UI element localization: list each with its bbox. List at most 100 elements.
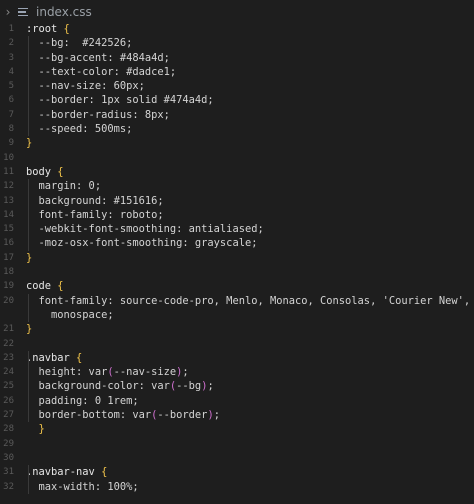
code-token: font-family: source-code-pro, Menlo, Mon…	[26, 294, 471, 307]
line-number: 7	[8, 109, 14, 120]
code-text: }	[26, 251, 32, 265]
line-number: 24	[3, 367, 14, 378]
file-lines-icon	[18, 5, 30, 19]
line-number: 29	[3, 438, 14, 449]
code-line: 10	[0, 151, 474, 165]
code-line: 24 height: var(--nav-size);	[0, 365, 474, 379]
code-token: ;	[213, 409, 220, 422]
code-text: .navbar-nav {	[26, 465, 107, 479]
tab-filename[interactable]: index.css	[36, 5, 92, 19]
code-token: .navbar-nav	[26, 466, 102, 479]
code-text: height: var(--nav-size);	[26, 365, 189, 379]
line-number: 10	[3, 152, 14, 163]
code-text: font-family: roboto;	[26, 208, 164, 222]
code-token: {	[101, 466, 108, 479]
line-number: 23	[3, 352, 14, 363]
line-number: 9	[8, 138, 14, 149]
code-line: 19 code {	[0, 279, 474, 293]
code-token: --speed: 500ms;	[26, 123, 133, 136]
line-number: 8	[8, 124, 14, 135]
code-token: --border-radius: 8px;	[26, 108, 170, 121]
code-line: 14 font-family: roboto;	[0, 208, 474, 222]
code-token: code	[26, 280, 58, 293]
code-token: monospace;	[26, 308, 114, 321]
line-number: 6	[8, 95, 14, 106]
line-number: 19	[3, 281, 14, 292]
line-number: 16	[3, 238, 14, 249]
code-token: -webkit-font-smoothing: antialiased;	[26, 223, 264, 236]
line-number: 32	[3, 481, 14, 492]
code-text: :root {	[26, 22, 70, 36]
line-number: 3	[8, 52, 14, 63]
code-token: background: #151616;	[26, 194, 164, 207]
code-editor[interactable]: 1:root {2 --bg: #242526; 3 --bg-accent: #…	[0, 22, 474, 504]
code-token: }	[26, 423, 45, 436]
code-token: body	[26, 165, 58, 178]
line-number: 22	[3, 338, 14, 349]
indent-guide	[28, 293, 29, 323]
code-text: --nav-size: 60px;	[26, 79, 145, 93]
code-text: --bg-accent: #484a4d;	[26, 51, 170, 65]
indent-guide	[28, 350, 29, 423]
code-text: --border-radius: 8px;	[26, 108, 170, 122]
line-number: 1	[8, 24, 14, 34]
editor-tab-bar: › index.css	[0, 0, 474, 24]
code-text: --text-color: #dadce1;	[26, 65, 177, 79]
code-token: --bg	[176, 380, 202, 393]
code-text: }	[26, 322, 32, 336]
code-text: border-bottom: var(--border);	[26, 408, 220, 422]
chevron-right-icon[interactable]: ›	[0, 0, 16, 24]
code-token: font-family: roboto;	[26, 208, 164, 221]
code-text: .navbar {	[26, 351, 82, 365]
code-text: --border: 1px solid #474a4d;	[26, 93, 214, 107]
code-token: {	[76, 351, 83, 364]
code-token: {	[57, 165, 64, 178]
code-token: {	[57, 280, 64, 293]
line-number: 14	[3, 209, 14, 220]
code-text: }	[26, 422, 45, 436]
code-text: max-width: 100%;	[26, 480, 139, 494]
code-line: 1 :root {	[0, 22, 474, 36]
code-line: 13 background: #151616;	[0, 194, 474, 208]
code-text: background: #151616;	[26, 194, 164, 208]
line-number: 12	[3, 181, 14, 192]
code-text: -moz-osx-font-smoothing: grayscale;	[26, 236, 258, 250]
code-text: --speed: 500ms;	[26, 122, 133, 136]
code-line: 7 --border-radius: 8px;	[0, 108, 474, 122]
code-token: margin: 0;	[26, 180, 102, 193]
code-token: ;	[182, 366, 189, 379]
line-number: 15	[3, 224, 14, 235]
code-line: 3 --bg-accent: #484a4d;	[0, 51, 474, 65]
code-line: 6 --border: 1px solid #474a4d;	[0, 93, 474, 107]
line-number: 20	[3, 295, 14, 306]
code-token: height: var	[26, 366, 108, 379]
code-line: 11 body {	[0, 165, 474, 179]
line-number: 21	[3, 324, 14, 335]
code-token: ;	[207, 380, 214, 393]
line-number: 27	[3, 410, 14, 421]
code-line: 8 --speed: 500ms;	[0, 122, 474, 136]
code-token: border-bottom: var	[26, 409, 152, 422]
code-line: 32 max-width: 100%;	[0, 480, 474, 494]
code-text: margin: 0;	[26, 179, 102, 193]
code-text: font-family: source-code-pro, Menlo, Mon…	[26, 294, 471, 308]
code-token: max-width: 100%;	[26, 480, 139, 493]
line-number: 17	[3, 252, 14, 263]
indent-guide	[28, 36, 29, 137]
code-token: --bg-accent: #484a4d;	[26, 51, 170, 64]
code-line: 27 border-bottom: var(--border);	[0, 408, 474, 422]
code-line: 9}	[0, 136, 474, 150]
code-token: --border: 1px solid #474a4d;	[26, 94, 214, 107]
code-line: 5 --nav-size: 60px;	[0, 79, 474, 93]
code-line: 31 .navbar-nav {	[0, 465, 474, 479]
code-text: monospace;	[26, 308, 114, 322]
line-number: 26	[3, 395, 14, 406]
code-line: 15 -webkit-font-smoothing: antialiased;	[0, 222, 474, 236]
code-token: --text-color: #dadce1;	[26, 65, 177, 78]
code-line: 23 .navbar {	[0, 351, 474, 365]
line-number: 13	[3, 195, 14, 206]
line-number: 2	[8, 38, 14, 49]
code-line: 12 margin: 0;	[0, 179, 474, 193]
line-number: 5	[8, 81, 14, 92]
code-token: --bg: #242526;	[26, 37, 133, 50]
